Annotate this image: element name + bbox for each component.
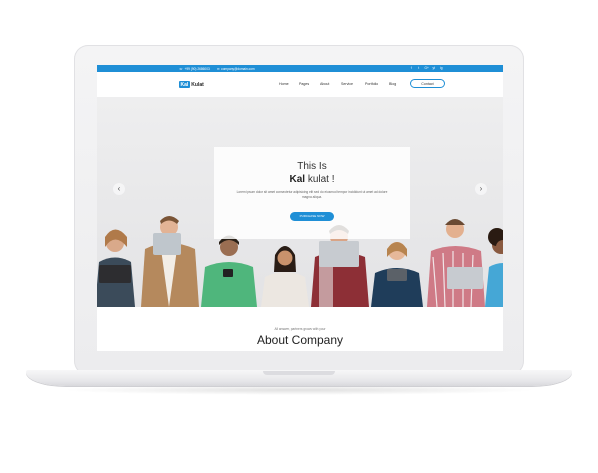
- top-bar: ☏ +99 (90) 2686003 ✉ company@domain.com …: [97, 65, 503, 72]
- hero-brand-rest: kulat !: [305, 174, 335, 185]
- nav-home[interactable]: Home: [279, 82, 299, 86]
- nav-about[interactable]: About: [320, 82, 341, 86]
- person-1: [97, 229, 135, 307]
- phone-icon: ☏: [179, 66, 183, 71]
- site-header: Kal Kulat Home Pages About Service Portf…: [97, 72, 503, 97]
- laptop-notch: [263, 371, 335, 375]
- google-plus-icon[interactable]: G+: [425, 66, 429, 71]
- person-4: [261, 246, 309, 307]
- phone-number: +99 (90) 2686003: [184, 66, 210, 71]
- site-logo[interactable]: Kal Kulat: [179, 81, 204, 88]
- person-6: [371, 242, 423, 307]
- nav-portfolio[interactable]: Portfolio: [365, 82, 389, 86]
- hero-subtitle: Lorem ipsum dolor sit amet consectetur a…: [236, 190, 388, 199]
- hero-heading-line2: Kal kulat !: [214, 174, 410, 185]
- stage: ☏ +99 (90) 2686003 ✉ company@domain.com …: [0, 0, 598, 473]
- person-8: [485, 228, 503, 307]
- laptop-shadow: [60, 385, 538, 395]
- contact-button[interactable]: Contact: [410, 79, 445, 88]
- person-2: [141, 216, 199, 307]
- logo-box: Kal: [179, 81, 190, 88]
- nav-blog[interactable]: Blog: [389, 82, 403, 86]
- person-7: [427, 219, 485, 307]
- mail-icon: ✉: [217, 66, 220, 71]
- youtube-icon[interactable]: yt: [432, 66, 436, 71]
- nav-service[interactable]: Service: [341, 82, 365, 86]
- laptop-screen: ☏ +99 (90) 2686003 ✉ company@domain.com …: [97, 65, 503, 351]
- purchase-button[interactable]: PURCHASE NOW: [290, 212, 334, 221]
- nav-pages[interactable]: Pages: [299, 82, 320, 86]
- email-info: ✉ company@domain.com: [217, 67, 255, 71]
- hero-card: This Is Kal kulat ! Lorem ipsum dolor si…: [214, 147, 410, 239]
- about-title: About Company: [256, 333, 344, 347]
- prev-arrow-icon[interactable]: ‹: [113, 183, 125, 195]
- hero-heading-line1: This Is: [297, 161, 327, 172]
- instagram-icon[interactable]: ig: [440, 66, 444, 71]
- email-address: company@domain.com: [221, 66, 255, 71]
- logo-text: Kulat: [191, 81, 204, 88]
- phone-info: ☏ +99 (90) 2686003: [179, 67, 210, 71]
- main-nav: Home Pages About Service Portfolio Blog: [279, 82, 403, 86]
- person-3: [201, 235, 257, 307]
- social-links: f t G+ yt ig: [410, 66, 444, 71]
- facebook-icon[interactable]: f: [410, 66, 414, 71]
- next-arrow-icon[interactable]: ›: [475, 183, 487, 195]
- about-kicker: All answer, partners grows with your: [274, 327, 326, 331]
- twitter-icon[interactable]: t: [417, 66, 421, 71]
- hero-brand-bold: Kal: [289, 174, 306, 185]
- hero-slider: This Is Kal kulat ! Lorem ipsum dolor si…: [97, 97, 503, 307]
